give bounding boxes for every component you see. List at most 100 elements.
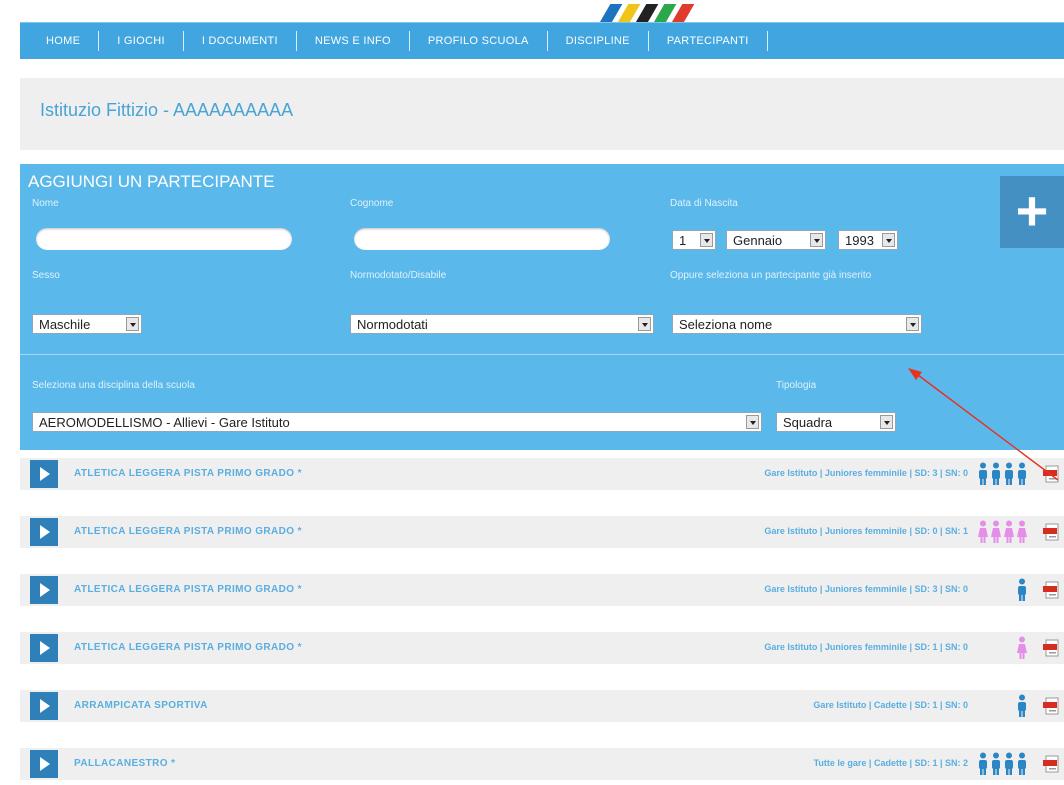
person-icon <box>979 752 987 775</box>
list-item: ATLETICA LEGGERA PISTA PRIMO GRADO * Gare… <box>20 516 1064 548</box>
cognome-label: Cognome <box>350 198 394 209</box>
nome-input[interactable] <box>36 228 292 250</box>
oppure-label: Oppure seleziona un partecipante già ins… <box>670 270 872 281</box>
sesso-value: Maschile <box>39 317 91 332</box>
list-item: ATLETICA LEGGERA PISTA PRIMO GRADO * Gare… <box>20 632 1064 664</box>
discipline-info: Gare Istituto | Cadette | SD: 1 | SN: 0 <box>813 700 968 710</box>
add-participant-button[interactable]: + <box>1000 176 1064 248</box>
participants-icons <box>1016 694 1028 718</box>
person-icon <box>978 520 988 543</box>
disciplina-select[interactable]: AEROMODELLISMO - Allievi - Gare Istituto <box>32 412 762 432</box>
page: HOME I GIOCHI I DOCUMENTI NEWS E INFO PR… <box>12 0 1064 785</box>
person-icon <box>1017 636 1027 659</box>
year-select[interactable]: 1993 <box>838 230 898 250</box>
person-icon <box>1018 578 1026 601</box>
cognome-input[interactable] <box>354 228 610 250</box>
chevron-down-icon <box>906 317 919 331</box>
nav-discipline[interactable]: DISCIPLINE <box>548 31 649 51</box>
person-icon <box>1005 752 1013 775</box>
nav-profilo-scuola[interactable]: PROFILO SCUOLA <box>410 31 548 51</box>
play-icon[interactable] <box>30 692 58 720</box>
person-icon <box>992 462 1000 485</box>
school-header: Istituzio Fittizio - AAAAAAAAAA <box>20 78 1064 150</box>
month-select[interactable]: Gennaio <box>726 230 826 250</box>
sesso-label: Sesso <box>32 270 60 281</box>
play-icon[interactable] <box>30 518 58 546</box>
seleziona-nome-value: Seleziona nome <box>679 317 773 332</box>
pdf-icon[interactable] <box>1042 696 1062 716</box>
discipline-info: Gare Istituto | Juniores femminile | SD:… <box>764 526 968 536</box>
chevron-down-icon <box>700 233 713 247</box>
list-item: ARRAMPICATA SPORTIVA Gare Istituto | Cade… <box>20 690 1064 722</box>
add-participant-panel: AGGIUNGI UN PARTECIPANTE Nome Cognome Da… <box>20 164 1064 450</box>
sesso-select[interactable]: Maschile <box>32 314 142 334</box>
discipline-name[interactable]: PALLACANESTRO * <box>74 758 175 769</box>
person-icon <box>1018 752 1026 775</box>
discipline-name[interactable]: ATLETICA LEGGERA PISTA PRIMO GRADO * <box>74 642 302 653</box>
nav-partecipanti[interactable]: PARTECIPANTI <box>649 31 768 51</box>
list-item: ATLETICA LEGGERA PISTA PRIMO GRADO * Gare… <box>20 574 1064 606</box>
site-logo <box>592 4 702 22</box>
data-nascita-label: Data di Nascita <box>670 198 738 209</box>
day-value: 1 <box>679 233 687 248</box>
nav-news[interactable]: NEWS E INFO <box>297 31 410 51</box>
chevron-down-icon <box>638 317 651 331</box>
normodotato-label: Normodotato/Disabile <box>350 270 447 281</box>
discipline-name[interactable]: ATLETICA LEGGERA PISTA PRIMO GRADO * <box>74 526 302 537</box>
chevron-down-icon <box>882 233 895 247</box>
tipologia-select[interactable]: Squadra <box>776 412 896 432</box>
participants-icons <box>977 462 1028 486</box>
person-icon <box>992 752 1000 775</box>
normodotato-value: Normodotati <box>357 317 428 332</box>
discipline-info: Gare Istituto | Juniores femminile | SD:… <box>764 468 968 478</box>
discipline-info: Gare Istituto | Juniores femminile | SD:… <box>764 642 968 652</box>
chevron-down-icon <box>746 415 759 429</box>
tipologia-value: Squadra <box>783 415 833 430</box>
person-icon <box>1018 462 1026 485</box>
panel-divider <box>20 354 1064 355</box>
chevron-down-icon <box>880 415 893 429</box>
discipline-name[interactable]: ATLETICA LEGGERA PISTA PRIMO GRADO * <box>74 584 302 595</box>
disciplina-value: AEROMODELLISMO - Allievi - Gare Istituto <box>39 415 290 430</box>
nav-documenti[interactable]: I DOCUMENTI <box>184 31 297 51</box>
play-icon[interactable] <box>30 576 58 604</box>
pdf-icon[interactable] <box>1042 754 1062 774</box>
participants-icons <box>1016 636 1028 660</box>
person-icon <box>1005 462 1013 485</box>
list-item: ATLETICA LEGGERA PISTA PRIMO GRADO * Gare… <box>20 458 1064 490</box>
participants-icons <box>977 752 1028 776</box>
play-icon[interactable] <box>30 460 58 488</box>
chevron-down-icon <box>126 317 139 331</box>
year-value: 1993 <box>845 233 874 248</box>
discipline-info: Tutte le gare | Cadette | SD: 1 | SN: 2 <box>813 758 968 768</box>
discipline-info: Gare Istituto | Juniores femminile | SD:… <box>764 584 968 594</box>
month-value: Gennaio <box>733 233 783 248</box>
discipline-name[interactable]: ARRAMPICATA SPORTIVA <box>74 700 208 711</box>
participants-icons <box>977 520 1028 544</box>
normodotato-select[interactable]: Normodotati <box>350 314 654 334</box>
nome-label: Nome <box>32 198 59 209</box>
person-icon <box>1004 520 1014 543</box>
discipline-name[interactable]: ATLETICA LEGGERA PISTA PRIMO GRADO * <box>74 468 302 479</box>
pdf-icon[interactable] <box>1042 464 1062 484</box>
nav-home[interactable]: HOME <box>20 31 100 51</box>
day-select[interactable]: 1 <box>672 230 716 250</box>
panel-title: AGGIUNGI UN PARTECIPANTE <box>28 172 275 191</box>
seleziona-nome-select[interactable]: Seleziona nome <box>672 314 922 334</box>
pdf-icon[interactable] <box>1042 638 1062 658</box>
school-title: Istituzio Fittizio - AAAAAAAAAA <box>40 100 294 120</box>
person-icon <box>1018 694 1026 717</box>
main-nav: HOME I GIOCHI I DOCUMENTI NEWS E INFO PR… <box>20 22 1064 59</box>
pdf-icon[interactable] <box>1042 522 1062 542</box>
chevron-down-icon <box>810 233 823 247</box>
play-icon[interactable] <box>30 634 58 662</box>
tipologia-label: Tipologia <box>776 380 817 391</box>
disciplina-label: Seleziona una disciplina della scuola <box>32 380 195 391</box>
play-icon[interactable] <box>30 750 58 778</box>
list-item: PALLACANESTRO * Tutte le gare | Cadette |… <box>20 748 1064 780</box>
person-icon <box>979 462 987 485</box>
participants-icons <box>1016 578 1028 602</box>
person-icon <box>991 520 1001 543</box>
pdf-icon[interactable] <box>1042 580 1062 600</box>
nav-giochi[interactable]: I GIOCHI <box>99 31 184 51</box>
